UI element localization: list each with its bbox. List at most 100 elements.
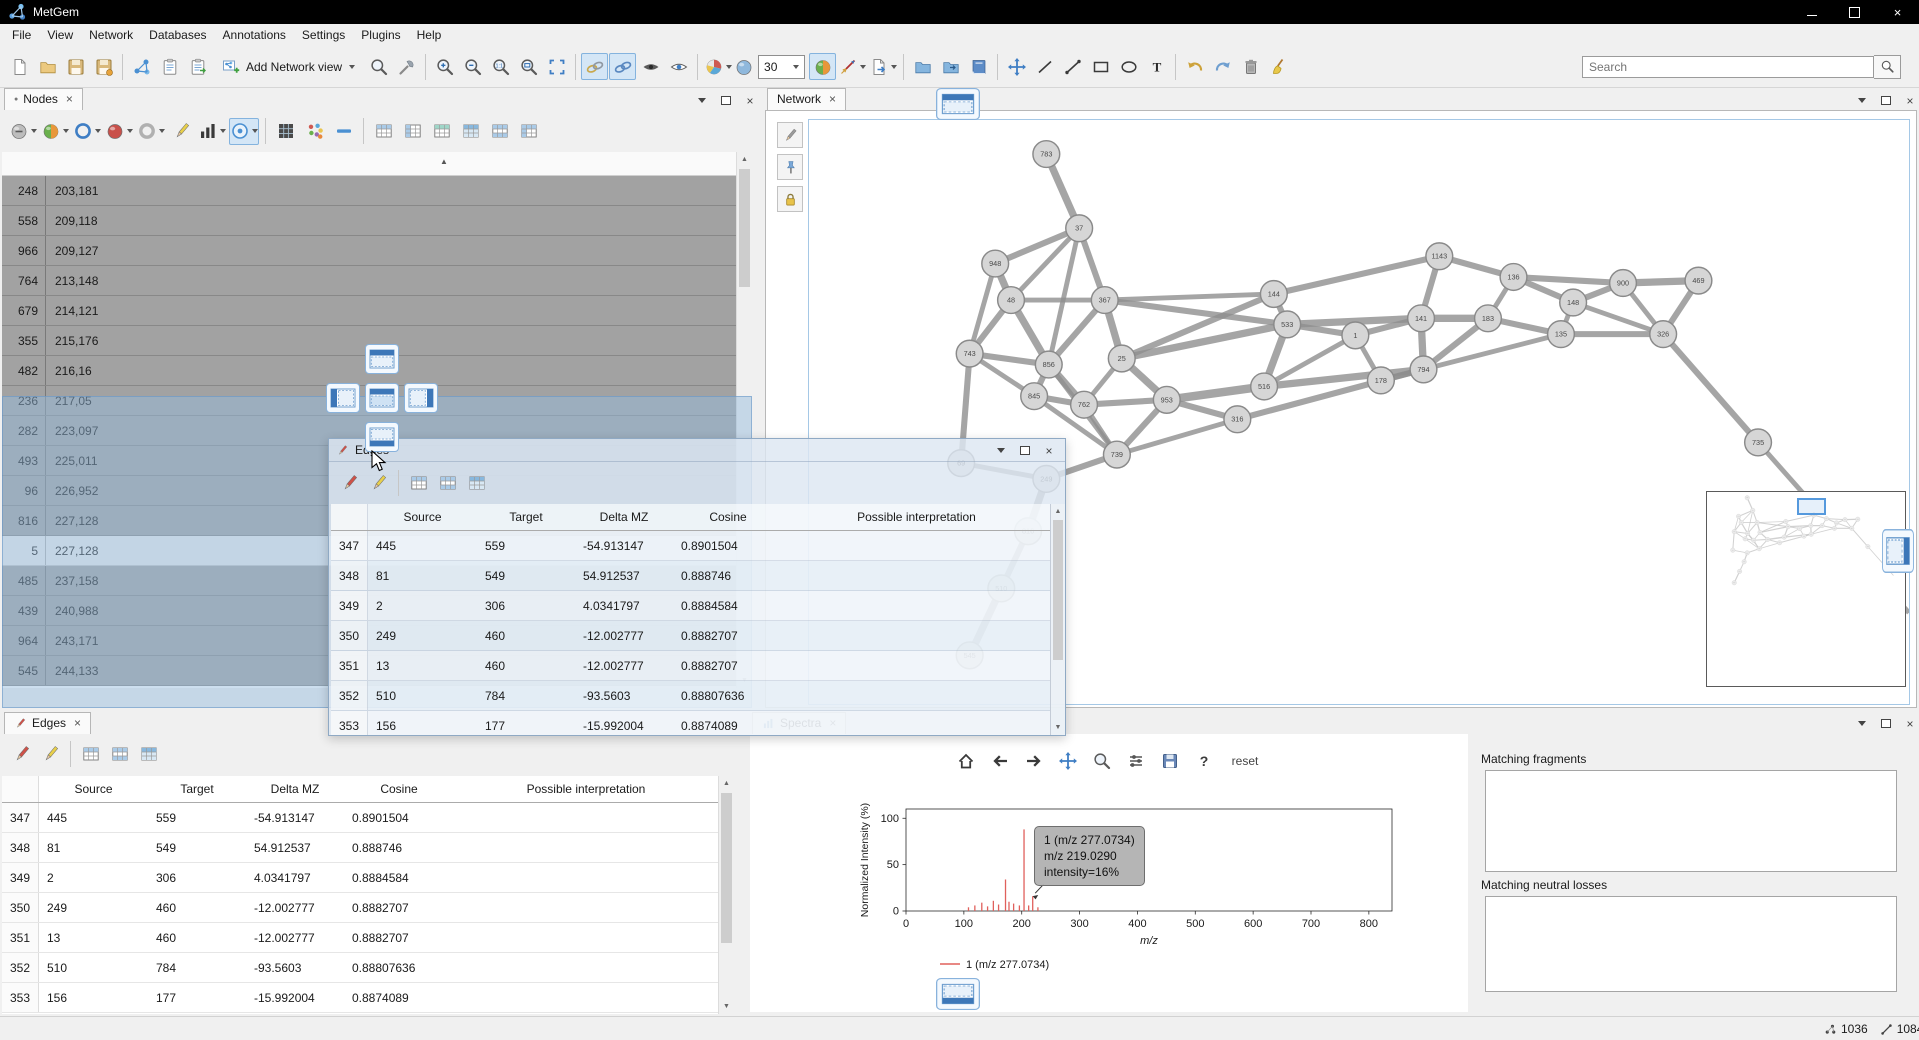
- node-size-combobox[interactable]: 30: [758, 55, 805, 79]
- dock-close-button[interactable]: ×: [1041, 443, 1057, 458]
- table-row[interactable]: 350249460-12.0027770.8882707: [331, 621, 1050, 651]
- dock-indicator-left[interactable]: [326, 383, 360, 413]
- hide-isolated-nodes-button[interactable]: [637, 53, 664, 80]
- link-selection-button[interactable]: [581, 53, 608, 80]
- table-row[interactable]: 679214,121: [2, 296, 736, 326]
- zoom-out-button[interactable]: [459, 53, 486, 80]
- scroll-down-icon[interactable]: ▼: [719, 999, 734, 1014]
- table-view-a-button[interactable]: [405, 470, 432, 497]
- spheres-toggle-button[interactable]: [809, 53, 836, 80]
- menu-plugins[interactable]: Plugins: [353, 25, 408, 45]
- menu-annotations[interactable]: Annotations: [215, 25, 294, 45]
- table-freeze-column-button[interactable]: [399, 118, 426, 145]
- minimap-viewport[interactable]: [1797, 498, 1826, 515]
- save-project-as-button[interactable]: [90, 53, 117, 80]
- node-shrink-button[interactable]: [8, 118, 38, 145]
- edit-edges-button[interactable]: [8, 741, 35, 768]
- metadata-workbook-button[interactable]: [965, 53, 992, 80]
- pan-tool-button[interactable]: [1003, 53, 1030, 80]
- table-row[interactable]: 347445559-54.9131470.8901504: [331, 531, 1050, 561]
- table-row[interactable]: 352510784-93.56030.88807636: [331, 681, 1050, 711]
- column-header[interactable]: Target: [148, 776, 246, 802]
- zoom-region-button[interactable]: [1089, 748, 1116, 775]
- scroll-down-icon[interactable]: ▼: [1051, 720, 1065, 735]
- table-row[interactable]: 764213,148: [2, 266, 736, 296]
- column-header[interactable]: Cosine: [344, 776, 454, 802]
- dock-indicator-right[interactable]: [404, 383, 438, 413]
- close-button[interactable]: ×: [1876, 0, 1919, 24]
- import-metadata-button[interactable]: [156, 53, 183, 80]
- column-header[interactable]: Possible interpretation: [454, 776, 718, 802]
- dock-menu-button[interactable]: [694, 93, 710, 108]
- edges-table-scrollbar[interactable]: ▲ ▼: [718, 776, 734, 1014]
- fullscreen-button[interactable]: [543, 53, 570, 80]
- dock-close-button[interactable]: ×: [1902, 93, 1918, 108]
- menu-network[interactable]: Network: [81, 25, 141, 45]
- node-highlight-color-button[interactable]: [104, 118, 134, 145]
- scroll-up-icon[interactable]: ▲: [737, 152, 752, 167]
- scrollbar-thumb[interactable]: [721, 793, 732, 943]
- search-input[interactable]: [1582, 56, 1874, 78]
- matching-neutral-losses-box[interactable]: [1485, 896, 1897, 992]
- dock-indicator-top[interactable]: [365, 344, 399, 374]
- floating-edges-panel[interactable]: Edges × SourceTargetDelta MZCosinePossib…: [328, 438, 1066, 736]
- plot-settings-button[interactable]: [1123, 748, 1150, 775]
- bar-mapping-button[interactable]: [197, 118, 227, 145]
- menu-databases[interactable]: Databases: [141, 25, 214, 45]
- table-row[interactable]: 35113460-12.0027770.8882707: [2, 923, 718, 953]
- table-row[interactable]: 347445559-54.9131470.8901504: [2, 803, 718, 833]
- column-header[interactable]: Source: [368, 504, 477, 530]
- pin-view-button[interactable]: [777, 154, 803, 180]
- draw-text-button[interactable]: T: [1143, 53, 1170, 80]
- dock-indicator-edge-top[interactable]: [936, 88, 980, 120]
- table-row[interactable]: 35113460-12.0027770.8882707: [331, 651, 1050, 681]
- pie-chart-mapping-button[interactable]: [703, 53, 733, 80]
- menu-settings[interactable]: Settings: [294, 25, 353, 45]
- help-button[interactable]: ?: [1191, 748, 1218, 775]
- matching-fragments-box[interactable]: [1485, 770, 1897, 872]
- node-ring-mapping-button[interactable]: [72, 118, 102, 145]
- search-button[interactable]: [1874, 55, 1901, 79]
- menu-view[interactable]: View: [39, 25, 81, 45]
- draw-ellipse-button[interactable]: [1115, 53, 1142, 80]
- nodes-table-header[interactable]: ▲: [2, 152, 736, 176]
- scroll-up-icon[interactable]: ▲: [1051, 504, 1065, 519]
- table-band-view-button[interactable]: [486, 118, 513, 145]
- floating-table-scrollbar[interactable]: ▲ ▼: [1050, 504, 1065, 735]
- tab-network[interactable]: Network ×: [767, 88, 846, 110]
- home-view-button[interactable]: [953, 748, 980, 775]
- spectrum-plot[interactable]: 0100200300400500600700800050100m/zNormal…: [750, 788, 1468, 1012]
- highlight-edges-button[interactable]: [37, 741, 64, 768]
- tab-nodes[interactable]: ● Nodes ×: [4, 88, 83, 110]
- delete-annotations-button[interactable]: [1237, 53, 1264, 80]
- dock-float-button[interactable]: [1878, 716, 1894, 731]
- export-views-folder-button[interactable]: [937, 53, 964, 80]
- column-header[interactable]: Delta MZ: [246, 776, 344, 802]
- column-header[interactable]: Possible interpretation: [783, 504, 1050, 530]
- forward-button[interactable]: [1021, 748, 1048, 775]
- table-row[interactable]: 352510784-93.56030.88807636: [2, 953, 718, 983]
- link-views-button[interactable]: [609, 53, 636, 80]
- maximize-button[interactable]: [1833, 0, 1876, 24]
- dock-float-button[interactable]: [1017, 443, 1033, 458]
- tab-close-icon[interactable]: ×: [829, 92, 836, 106]
- table-fill-view-button[interactable]: [457, 118, 484, 145]
- redo-button[interactable]: [1209, 53, 1236, 80]
- search-in-network-button[interactable]: [365, 53, 392, 80]
- column-header[interactable]: Target: [477, 504, 575, 530]
- undo-button[interactable]: [1181, 53, 1208, 80]
- table-corner-view-button[interactable]: [515, 118, 542, 145]
- table-row[interactable]: 3488154954.9125370.888746: [331, 561, 1050, 591]
- table-row[interactable]: 248203,181: [2, 176, 736, 206]
- export-image-button[interactable]: [868, 53, 898, 80]
- darts-mapping-button[interactable]: [837, 53, 867, 80]
- zoom-in-button[interactable]: [431, 53, 458, 80]
- save-project-button[interactable]: [62, 53, 89, 80]
- dock-float-button[interactable]: [1878, 93, 1894, 108]
- node-donut-mapping-button[interactable]: [136, 118, 166, 145]
- zoom-to-fit-button[interactable]: [515, 53, 542, 80]
- draw-segment-button[interactable]: [1059, 53, 1086, 80]
- dock-close-button[interactable]: ×: [742, 93, 758, 108]
- tab-close-icon[interactable]: ×: [74, 716, 81, 730]
- edit-edges-button[interactable]: [336, 470, 363, 497]
